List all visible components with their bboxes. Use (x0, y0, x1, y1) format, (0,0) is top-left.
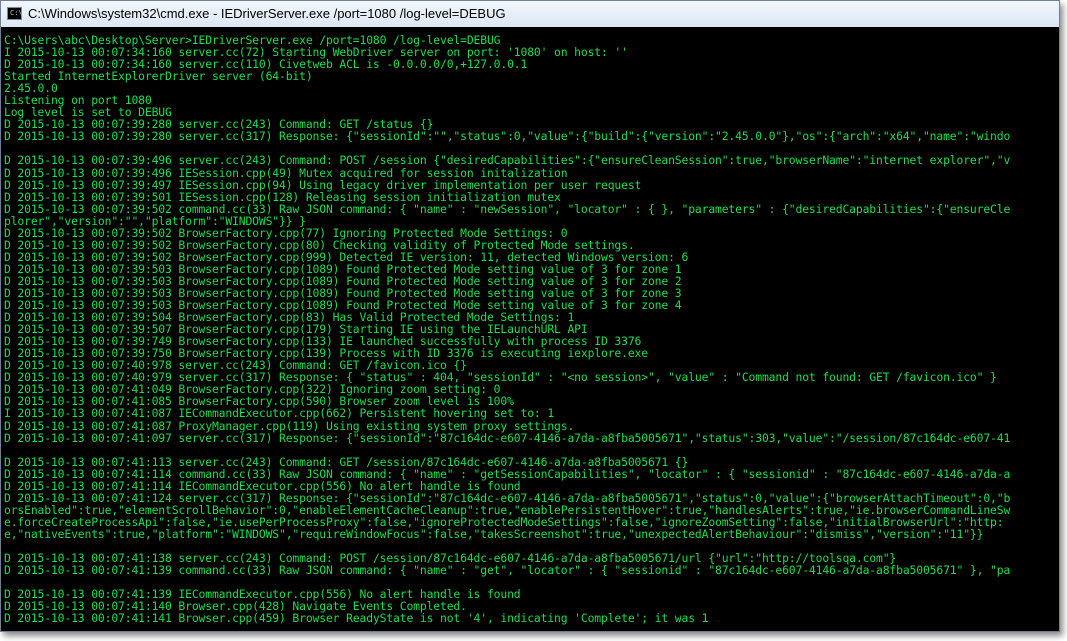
console-line: D 2015-10-13 00:07:41:087 ProxyManager.c… (4, 418, 575, 433)
console-line: D 2015-10-13 00:07:41:139 command.cc(33)… (4, 563, 1011, 578)
cmd-icon-glyph: C:\ (10, 8, 23, 17)
console-line: D 2015-10-13 00:07:41:113 server.cc(243)… (4, 454, 689, 469)
console-line: Started InternetExplorerDriver server (6… (4, 69, 313, 84)
console-line: e,"nativeEvents":true,"platform":"WINDOW… (4, 526, 984, 541)
console-line: D 2015-10-13 00:07:41:141 Browser.cpp(45… (4, 611, 709, 626)
console-line: D 2015-10-13 00:07:39:502 command.cc(33)… (4, 201, 1011, 216)
console-line: D 2015-10-13 00:07:41:114 command.cc(33)… (4, 466, 1011, 481)
console-line: D 2015-10-13 00:07:39:496 server.cc(243)… (4, 153, 1011, 168)
console-output: C:\Users\abc\Desktop\Server>IEDriverServ… (1, 27, 1059, 624)
console-line: D 2015-10-13 00:07:39:497 IESession.cpp(… (4, 177, 642, 192)
console-output-area[interactable]: C:\Users\abc\Desktop\Server>IEDriverServ… (1, 27, 1059, 631)
console-line: 2.45.0.0 (4, 81, 58, 96)
console-line: plorer","version":"","platform":"WINDOWS… (4, 213, 306, 228)
window-title: C:\Windows\system32\cmd.exe - IEDriverSe… (28, 5, 506, 21)
console-line: D 2015-10-13 00:07:41:114 IECommandExecu… (4, 478, 521, 493)
console-line: D 2015-10-13 00:07:39:496 IESession.cpp(… (4, 165, 568, 180)
title-bar[interactable]: C:\ C:\Windows\system32\cmd.exe - IEDriv… (1, 1, 1059, 25)
console-line: D 2015-10-13 00:07:39:502 BrowserFactory… (4, 225, 568, 240)
console-line: D 2015-10-13 00:07:39:501 IESession.cpp(… (4, 189, 561, 204)
console-window: C:\ C:\Windows\system32\cmd.exe - IEDriv… (0, 0, 1060, 632)
console-line: D 2015-10-13 00:07:41:097 server.cc(317)… (4, 430, 1011, 445)
console-line: I 2015-10-13 00:07:41:087 IECommandExecu… (4, 406, 555, 421)
console-line: D 2015-10-13 00:07:39:280 server.cc(317)… (4, 129, 1011, 144)
cmd-icon[interactable]: C:\ (7, 6, 23, 20)
